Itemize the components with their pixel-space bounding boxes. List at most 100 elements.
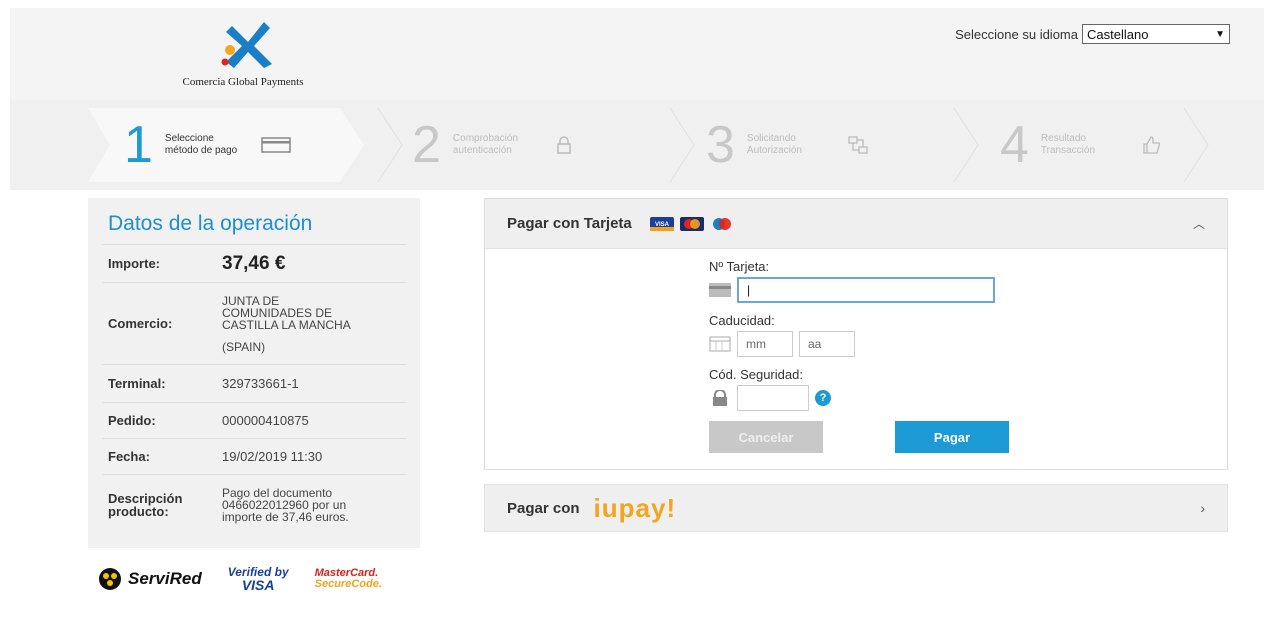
step-label: Resultado Transacción (1041, 133, 1131, 157)
pay-button[interactable]: Pagar (895, 421, 1009, 453)
description-label: Descripción producto: (102, 492, 222, 518)
merchant-line1: JUNTA DE (222, 293, 280, 308)
calendar-icon (709, 336, 731, 352)
order-value: 000000410875 (222, 413, 309, 428)
description-label-line2: producto: (108, 504, 169, 519)
card-payment-panel: Pagar con Tarjeta VISA ︿ Nº Tarjeta: | C… (484, 198, 1228, 470)
chevron-down-icon: ▼ (1215, 28, 1225, 40)
iupay-panel[interactable]: Pagar con iupay! › (484, 484, 1228, 532)
card-icon (261, 134, 291, 156)
verified-by-visa-logo: Verified by VISA (228, 566, 289, 593)
year-placeholder: aa (808, 337, 822, 351)
step-number: 3 (706, 116, 735, 174)
description-row: Descripción producto: Pago del documento… (102, 475, 406, 535)
amount-row: Importe: 37,46 € (102, 245, 406, 283)
date-value: 19/02/2019 11:30 (222, 449, 323, 464)
mastercard-securecode-logo: MasterCard. SecureCode. (315, 568, 382, 590)
card-number-input[interactable]: | (737, 277, 995, 303)
card-form: Nº Tarjeta: | Caducidad: mm aa Cód. Segu… (709, 259, 1009, 453)
cancel-button[interactable]: Cancelar (709, 421, 823, 453)
amount-value: 37,46 € (222, 252, 286, 274)
mastercard-icon (679, 216, 704, 231)
security-badges: ServiRed Verified by VISA MasterCard. Se… (98, 566, 382, 592)
form-buttons: Cancelar Pagar (709, 421, 1009, 453)
servired-text: ServiRed (128, 569, 202, 588)
step-4: 4 Resultado Transacción (1000, 110, 1167, 180)
date-row: Fecha: 19/02/2019 11:30 (102, 439, 406, 475)
servired-logo: ServiRed (98, 567, 202, 591)
step-number: 4 (1000, 116, 1029, 174)
month-placeholder: mm (746, 337, 766, 351)
operation-details-panel: Datos de la operación Importe: 37,46 € C… (88, 198, 420, 548)
merchant-row: Comercio: JUNTA DE COMUNIDADES DE CASTIL… (102, 283, 406, 365)
step-label: Comprobación autenticación (453, 133, 543, 157)
step-label-line2: Transacción (1040, 145, 1096, 156)
step-number: 1 (124, 116, 153, 174)
step-label-line2: Autorización (746, 145, 802, 156)
iupay-logo: iupay! (593, 492, 677, 523)
mc-line2: SecureCode. (314, 578, 382, 590)
expiry-row: mm aa (709, 331, 1009, 357)
step-1: 1 Seleccione método de pago (124, 110, 291, 180)
amount-label: Importe: (108, 256, 160, 271)
thumbs-up-icon (1137, 134, 1167, 156)
step-label: Solicitando Autorización (747, 133, 837, 157)
expiry-month-input[interactable]: mm (737, 331, 793, 357)
logo-text: Comercia Global Payments (182, 76, 304, 88)
expiry-label: Caducidad: (709, 313, 775, 328)
vbv-line2: VISA (241, 577, 275, 593)
progress-steps: 1 Seleccione método de pago 2 Comprobaci… (10, 100, 1264, 190)
order-row: Pedido: 000000410875 (102, 403, 406, 439)
language-label: Seleccione su idioma (955, 26, 1078, 42)
language-value: Castellano (1087, 26, 1149, 42)
caixa-logo: Comercia Global Payments (158, 16, 328, 96)
expiry-year-input[interactable]: aa (799, 331, 855, 357)
merchant-line4: (SPAIN) (222, 339, 266, 354)
cvv-label: Cód. Seguridad: (709, 367, 803, 382)
card-payment-title: Pagar con Tarjeta (507, 215, 632, 232)
terminal-row: Terminal: 329733661-1 (102, 365, 406, 403)
visa-icon: VISA (649, 216, 674, 231)
merchant-value: JUNTA DE COMUNIDADES DE CASTILLA LA MANC… (222, 295, 406, 353)
card-icon (709, 283, 731, 297)
card-number-row: | (709, 277, 1009, 303)
cvv-input[interactable] (737, 385, 809, 411)
card-brands: VISA (649, 216, 734, 231)
svg-text:VISA: VISA (655, 222, 670, 228)
date-label: Fecha: (108, 449, 150, 464)
collapse-icon[interactable]: ︿ (1193, 215, 1205, 232)
chevron-right-icon[interactable]: › (1200, 500, 1205, 516)
step-label-line1: Resultado (1040, 133, 1086, 144)
terminal-value: 329733661-1 (222, 376, 299, 391)
help-icon[interactable]: ? (815, 390, 831, 406)
iupay-title: Pagar con (507, 499, 580, 517)
description-line3: importe de 37,46 euros. (222, 510, 349, 524)
lock-icon (713, 390, 727, 406)
exchange-icon (843, 134, 873, 156)
step-label-line1: Comprobación (452, 133, 518, 144)
language-select[interactable]: Castellano ▼ (1082, 24, 1230, 44)
step-label-line1: Seleccione (164, 133, 214, 144)
operation-title: Datos de la operación (102, 198, 406, 245)
merchant-label: Comercio: (108, 316, 173, 331)
language-selector: Seleccione su idioma Castellano ▼ (955, 24, 1230, 44)
order-label: Pedido: (108, 413, 156, 428)
merchant-line3: CASTILLA LA MANCHA (222, 317, 351, 332)
description-value: Pago del documento 0466022012960 por un … (222, 487, 406, 523)
step-label: Seleccione método de pago (165, 133, 255, 157)
cvv-row: ? (709, 385, 1009, 411)
servired-icon (99, 568, 121, 590)
step-2: 2 Comprobación autenticación (412, 110, 579, 180)
step-number: 2 (412, 116, 441, 174)
step-label-line2: autenticación (452, 145, 512, 156)
card-number-value: | (747, 283, 751, 297)
card-number-label: Nº Tarjeta: (709, 259, 770, 274)
lock-icon (549, 134, 579, 156)
merchant-line2: COMUNIDADES DE (222, 305, 333, 320)
star-logo-icon (221, 22, 272, 68)
step-label-line2: método de pago (164, 145, 238, 156)
maestro-icon (712, 217, 731, 230)
terminal-label: Terminal: (108, 376, 166, 391)
card-payment-header[interactable]: Pagar con Tarjeta VISA ︿ (485, 199, 1227, 249)
step-3: 3 Solicitando Autorización (706, 110, 873, 180)
